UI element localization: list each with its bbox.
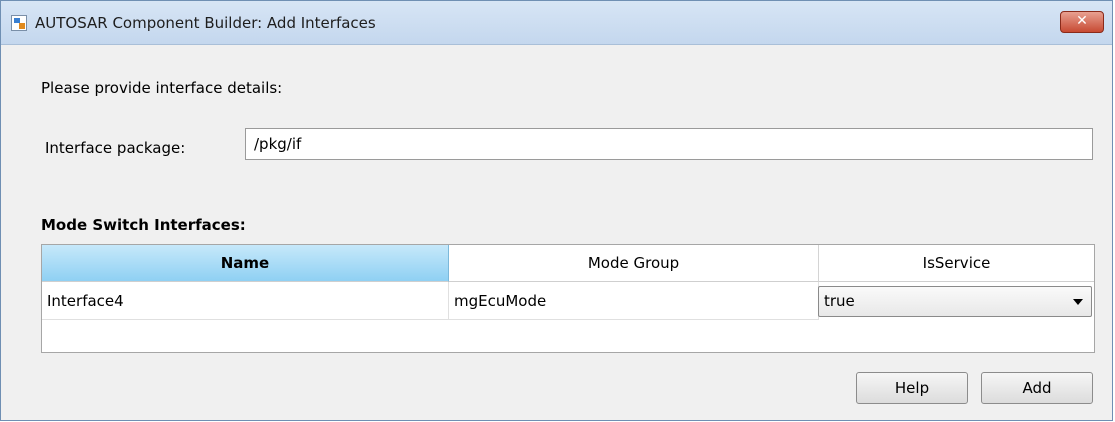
column-header-isservice[interactable]: IsService	[819, 245, 1094, 282]
cell-mode-group[interactable]: mgEcuMode	[449, 282, 819, 320]
window-title: AUTOSAR Component Builder: Add Interface…	[35, 14, 376, 32]
cell-name[interactable]: Interface4	[42, 282, 449, 320]
chevron-down-icon	[1073, 299, 1083, 305]
dialog-content: Please provide interface details: Interf…	[1, 45, 1112, 420]
isservice-selected-value: true	[824, 292, 855, 310]
app-icon	[11, 15, 27, 31]
instructions-text: Please provide interface details:	[41, 79, 283, 97]
close-button[interactable]: ✕	[1060, 11, 1104, 33]
mode-switch-interfaces-heading: Mode Switch Interfaces:	[41, 216, 246, 234]
column-header-mode-group[interactable]: Mode Group	[449, 245, 819, 282]
dialog-window: AUTOSAR Component Builder: Add Interface…	[0, 0, 1113, 421]
interface-package-label: Interface package:	[45, 139, 186, 157]
isservice-dropdown[interactable]: true	[818, 286, 1092, 317]
help-button[interactable]: Help	[856, 372, 968, 404]
interface-package-input[interactable]	[245, 128, 1093, 160]
interfaces-table: Name Mode Group IsService Interface4 mgE…	[41, 244, 1095, 353]
table-header: Name Mode Group IsService	[42, 245, 1094, 282]
add-button[interactable]: Add	[981, 372, 1093, 404]
table-row[interactable]: Interface4 mgEcuMode true	[42, 282, 1094, 320]
column-header-name[interactable]: Name	[42, 245, 449, 282]
close-icon: ✕	[1076, 13, 1088, 29]
title-bar[interactable]: AUTOSAR Component Builder: Add Interface…	[1, 1, 1112, 45]
